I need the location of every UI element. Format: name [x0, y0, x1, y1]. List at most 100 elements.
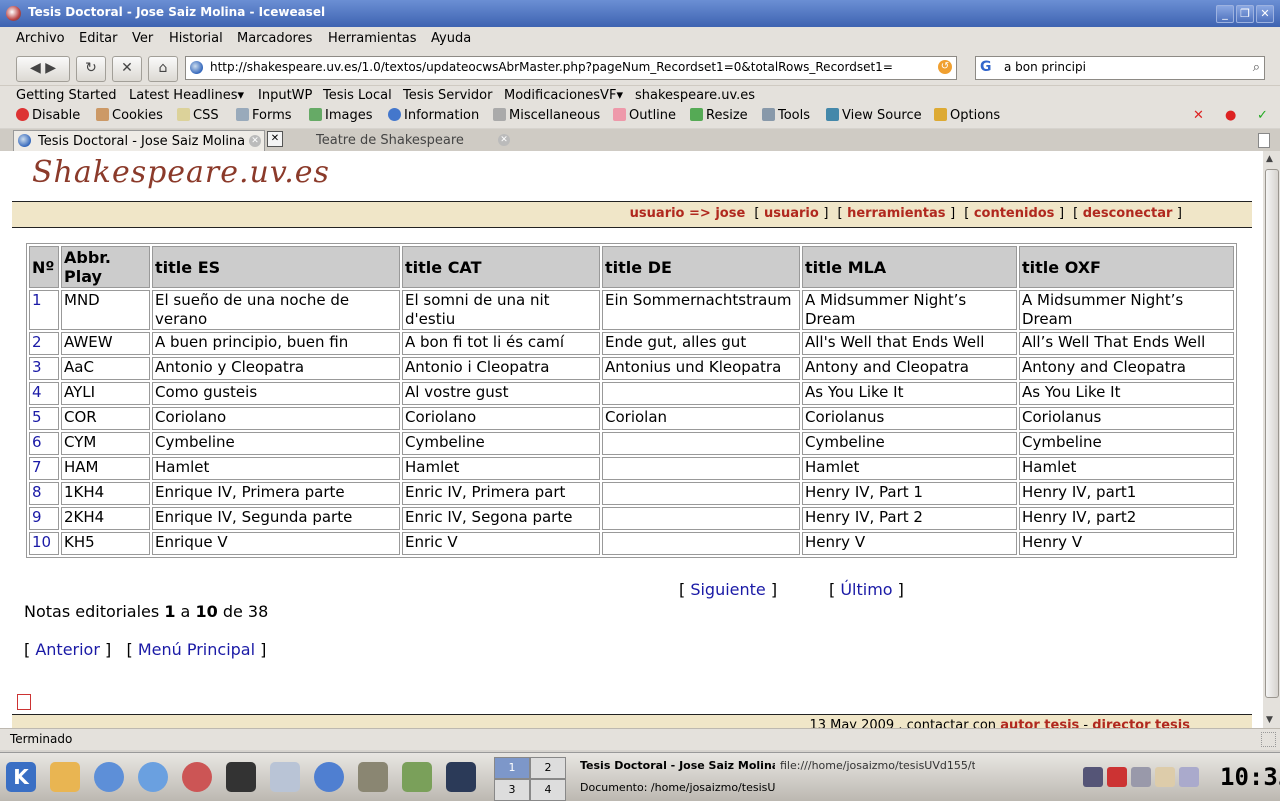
- menu-historial[interactable]: Historial: [169, 31, 223, 46]
- terminal-icon[interactable]: [226, 762, 256, 792]
- row-number-link[interactable]: 5: [32, 408, 42, 426]
- lyx-icon[interactable]: [446, 762, 476, 792]
- bookmark-inputwp[interactable]: InputWP: [258, 88, 312, 103]
- books-icon[interactable]: [402, 762, 432, 792]
- bookmark-tesis-servidor[interactable]: Tesis Servidor: [403, 88, 492, 103]
- scroll-down-icon[interactable]: ▼: [1266, 715, 1273, 725]
- row-number-link[interactable]: 8: [32, 483, 42, 501]
- link-autor-tesis[interactable]: autor tesis: [1000, 718, 1079, 728]
- feed-icon[interactable]: ↺: [938, 60, 952, 74]
- konqueror-icon[interactable]: [94, 762, 124, 792]
- stop-icon[interactable]: ✕: [112, 56, 142, 82]
- menu-editar[interactable]: Editar: [79, 31, 118, 46]
- mail-icon[interactable]: [270, 762, 300, 792]
- close-icon[interactable]: ✕: [1256, 5, 1274, 23]
- link-desconectar[interactable]: desconectar: [1083, 206, 1173, 221]
- signal-icon[interactable]: [1131, 767, 1151, 787]
- iceweasel-launcher-icon[interactable]: [182, 762, 212, 792]
- menu-archivo[interactable]: Archivo: [16, 31, 65, 46]
- dev-options[interactable]: Options: [934, 108, 1000, 123]
- tab-tesis-doctoral[interactable]: Tesis Doctoral - Jose Saiz Molina ✕: [13, 130, 265, 151]
- row-number-link[interactable]: 6: [32, 433, 42, 451]
- keyboard-layout-icon[interactable]: [1107, 767, 1127, 787]
- minimize-icon[interactable]: _: [1216, 5, 1234, 23]
- desktop-2[interactable]: 2: [530, 757, 566, 779]
- kde-menu-icon[interactable]: K: [6, 762, 36, 792]
- row-number-link[interactable]: 9: [32, 508, 42, 526]
- search-input[interactable]: a bon principi: [1004, 60, 1086, 74]
- desktop-4[interactable]: 4: [530, 779, 566, 801]
- reload-icon[interactable]: ↻: [76, 56, 106, 82]
- error-x-icon[interactable]: ✕: [1193, 108, 1204, 123]
- browser-icon[interactable]: [138, 762, 168, 792]
- resize-grip-icon[interactable]: [1261, 732, 1276, 747]
- home-icon[interactable]: ⌂: [148, 56, 178, 82]
- link-contenidos[interactable]: contenidos: [974, 206, 1055, 221]
- battery-icon[interactable]: [1179, 767, 1199, 787]
- link-anterior[interactable]: Anterior: [35, 640, 100, 659]
- url-bar[interactable]: http://shakespeare.uv.es/1.0/textos/upda…: [185, 56, 957, 80]
- back-forward-icon[interactable]: ◀ ▶: [16, 56, 70, 82]
- site-logo[interactable]: Shakespeare.uv.es: [32, 155, 330, 190]
- bookmark-shakespeare[interactable]: shakespeare.uv.es: [635, 88, 755, 103]
- link-director-tesis[interactable]: director tesis: [1092, 718, 1190, 728]
- close-tab-icon[interactable]: ✕: [267, 131, 283, 147]
- valid-check-icon[interactable]: ✓: [1257, 108, 1268, 123]
- home-folder-icon[interactable]: [50, 762, 80, 792]
- bookmark-tesis-local[interactable]: Tesis Local: [323, 88, 392, 103]
- dev-disable[interactable]: Disable: [16, 108, 80, 123]
- link-ultimo[interactable]: Último: [840, 580, 892, 599]
- dev-miscellaneous[interactable]: Miscellaneous: [493, 108, 600, 123]
- dev-information[interactable]: Information: [388, 108, 479, 123]
- print-icon[interactable]: [17, 694, 31, 710]
- menu-ayuda[interactable]: Ayuda: [431, 31, 471, 46]
- dev-resize[interactable]: Resize: [690, 108, 748, 123]
- tab-close-icon[interactable]: ✕: [498, 134, 510, 146]
- scroll-thumb[interactable]: [1265, 169, 1279, 698]
- link-herramientas[interactable]: herramientas: [847, 206, 945, 221]
- link-siguiente[interactable]: Siguiente: [690, 580, 765, 599]
- url-text[interactable]: http://shakespeare.uv.es/1.0/textos/upda…: [210, 60, 935, 74]
- google-icon[interactable]: G: [980, 59, 992, 75]
- clock[interactable]: 10:35: [1220, 763, 1280, 791]
- maximize-icon[interactable]: ❐: [1236, 5, 1254, 23]
- network-icon[interactable]: [1083, 767, 1103, 787]
- row-number-link[interactable]: 2: [32, 333, 42, 351]
- dev-forms[interactable]: Forms: [236, 108, 292, 123]
- row-number-link[interactable]: 7: [32, 458, 42, 476]
- row-number-link[interactable]: 3: [32, 358, 42, 376]
- bookmark-latest-headlines[interactable]: Latest Headlines▾: [129, 88, 244, 103]
- dev-cookies[interactable]: Cookies: [96, 108, 163, 123]
- dev-view-source[interactable]: View Source: [826, 108, 922, 123]
- klipper-icon[interactable]: [1155, 767, 1175, 787]
- dev-tools[interactable]: Tools: [762, 108, 810, 123]
- window-titlebar[interactable]: Tesis Doctoral - Jose Saiz Molina - Icew…: [0, 0, 1280, 27]
- dev-outline[interactable]: Outline: [613, 108, 676, 123]
- bookmark-modificaciones[interactable]: ModificacionesVF▾: [504, 88, 623, 103]
- search-box[interactable]: G a bon principi ⌕: [975, 56, 1265, 80]
- vertical-scrollbar[interactable]: ▲ ▼: [1263, 151, 1280, 728]
- row-number-link[interactable]: 10: [32, 533, 51, 551]
- bookmark-getting-started[interactable]: Getting Started: [16, 88, 117, 103]
- gimp-icon[interactable]: [358, 762, 388, 792]
- menu-marcadores[interactable]: Marcadores: [237, 31, 312, 46]
- row-number-link[interactable]: 1: [32, 291, 42, 309]
- row-number-link[interactable]: 4: [32, 383, 42, 401]
- desktop-1[interactable]: 1: [494, 757, 530, 779]
- dev-css[interactable]: CSS: [177, 108, 219, 123]
- new-tab-icon[interactable]: [1258, 133, 1270, 148]
- link-usuario[interactable]: usuario: [764, 206, 819, 221]
- dev-images[interactable]: Images: [309, 108, 373, 123]
- desktop-3[interactable]: 3: [494, 779, 530, 801]
- kdevelop-icon[interactable]: [314, 762, 344, 792]
- warning-icon[interactable]: ●: [1225, 108, 1236, 123]
- scroll-up-icon[interactable]: ▲: [1266, 154, 1273, 164]
- task-file-browser[interactable]: file:///home/josaizmo/tesisUVd155/t: [780, 759, 975, 779]
- search-icon[interactable]: ⌕: [1253, 60, 1260, 75]
- menu-ver[interactable]: Ver: [132, 31, 153, 46]
- task-iceweasel[interactable]: Tesis Doctoral - Jose Saiz Molina: [580, 759, 775, 779]
- link-menu-principal[interactable]: Menú Principal: [138, 640, 255, 659]
- menu-herramientas[interactable]: Herramientas: [328, 31, 417, 46]
- tab-close-icon[interactable]: ✕: [249, 135, 261, 147]
- task-documento[interactable]: Documento: /home/josaizmo/tesisUV: [580, 781, 775, 801]
